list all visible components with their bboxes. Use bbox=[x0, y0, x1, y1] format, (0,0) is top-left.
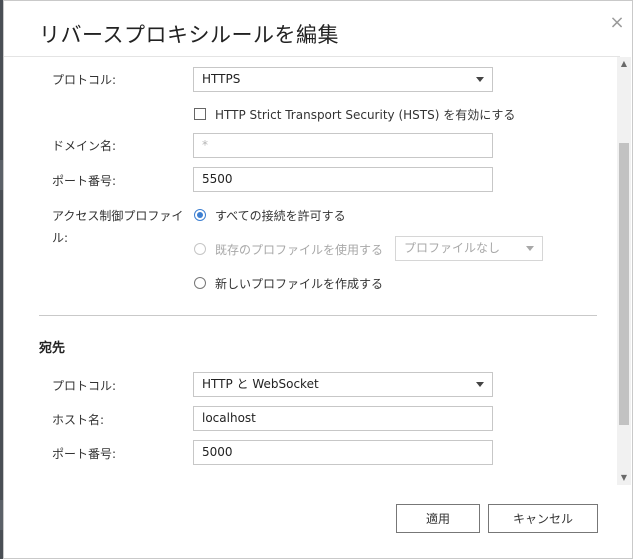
host-input[interactable]: localhost bbox=[193, 406, 493, 431]
allow-all-label[interactable]: すべての接続を許可する bbox=[215, 207, 346, 224]
close-icon[interactable]: × bbox=[607, 13, 627, 33]
chevron-down-icon bbox=[476, 77, 484, 82]
source-protocol-value: HTTPS bbox=[202, 72, 241, 86]
domain-label: ドメイン名: bbox=[52, 139, 117, 153]
destination-protocol-label: プロトコル: bbox=[52, 379, 117, 393]
chevron-down-icon bbox=[476, 382, 484, 387]
edit-reverse-proxy-dialog: リバースプロキシルールを編集 × プロトコル: HTTPS HTTP Stric… bbox=[3, 0, 633, 559]
scroll-up-icon[interactable]: ▲ bbox=[617, 57, 631, 71]
scroll-down-icon[interactable]: ▼ bbox=[617, 471, 631, 485]
chevron-down-icon bbox=[526, 246, 534, 251]
domain-input[interactable]: * bbox=[193, 133, 493, 158]
host-label: ホスト名: bbox=[52, 413, 105, 427]
destination-protocol-value: HTTP と WebSocket bbox=[202, 377, 319, 391]
hsts-label[interactable]: HTTP Strict Transport Security (HSTS) を有… bbox=[215, 106, 515, 123]
allow-all-radio[interactable] bbox=[194, 209, 206, 221]
source-port-input[interactable]: 5500 bbox=[193, 167, 493, 192]
source-protocol-label: プロトコル: bbox=[52, 73, 117, 87]
cancel-button[interactable]: キャンセル bbox=[488, 504, 598, 533]
destination-section-title: 宛先 bbox=[39, 341, 66, 356]
create-new-profile-radio[interactable] bbox=[194, 277, 206, 289]
destination-port-input[interactable]: 5000 bbox=[193, 440, 493, 465]
hsts-checkbox[interactable] bbox=[194, 108, 206, 120]
use-existing-profile-label[interactable]: 既存のプロファイルを使用する bbox=[215, 241, 383, 258]
existing-profile-select[interactable]: プロファイルなし bbox=[395, 236, 543, 261]
destination-port-label: ポート番号: bbox=[52, 447, 117, 461]
use-existing-profile-radio[interactable] bbox=[194, 243, 206, 255]
dialog-title: リバースプロキシルールを編集 bbox=[39, 23, 339, 47]
source-port-label: ポート番号: bbox=[52, 174, 117, 188]
section-divider bbox=[39, 315, 597, 316]
destination-protocol-select[interactable]: HTTP と WebSocket bbox=[193, 372, 493, 397]
source-protocol-select[interactable]: HTTPS bbox=[193, 67, 493, 92]
apply-button[interactable]: 適用 bbox=[396, 504, 480, 533]
scrollbar-thumb[interactable] bbox=[619, 143, 629, 425]
access-control-label: アクセス制御プロファイル: bbox=[52, 209, 184, 245]
scrollbar[interactable]: ▲ ▼ bbox=[617, 57, 631, 485]
existing-profile-value: プロファイルなし bbox=[404, 241, 501, 255]
create-new-profile-label[interactable]: 新しいプロファイルを作成する bbox=[215, 275, 383, 292]
